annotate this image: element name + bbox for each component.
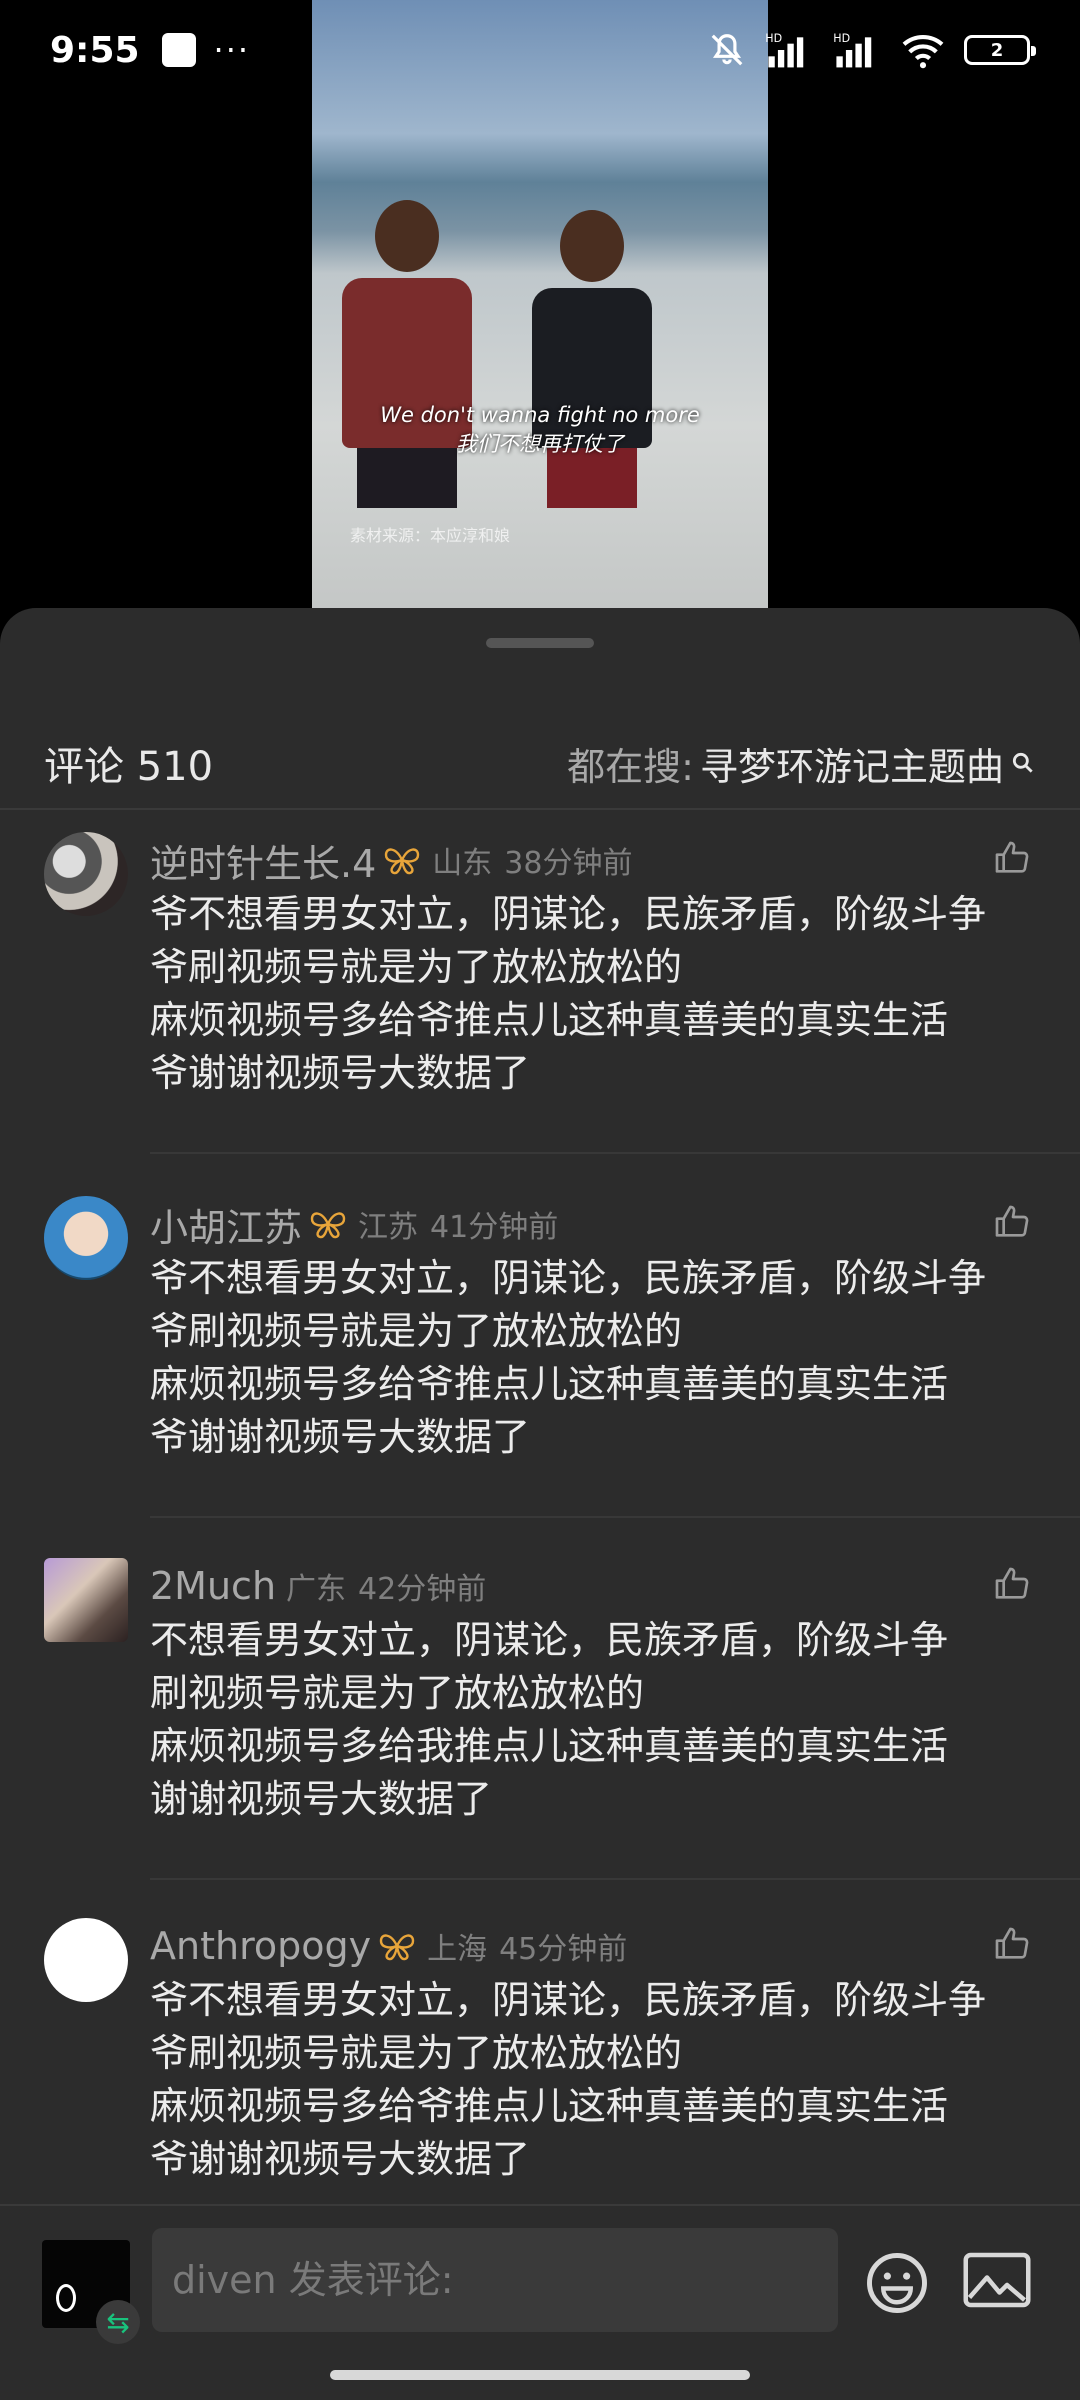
video-figure-left bbox=[342, 200, 472, 508]
video-watermark: 素材来源：本应淳和娘 bbox=[350, 526, 511, 545]
signal-icon-2: HD bbox=[833, 32, 872, 68]
comment-time: 38分钟前 bbox=[504, 846, 633, 881]
comment-item: Anthropogy 上海 45分钟前 爷不想看男女对立，阴谋论，民族矛盾，阶级… bbox=[0, 1900, 1080, 2200]
thumbs-up-icon[interactable] bbox=[992, 838, 1032, 878]
comment-input[interactable] bbox=[152, 2228, 838, 2332]
comment-text: 爷不想看男女对立，阴谋论，民族矛盾，阶级斗争 爷刷视频号就是为了放松放松的 麻烦… bbox=[150, 1256, 987, 1459]
comment-region: 江苏 bbox=[358, 1210, 419, 1245]
battery-icon: 2 bbox=[964, 35, 1036, 65]
comment-region: 山东 bbox=[432, 846, 493, 881]
thumbs-up-icon[interactable] bbox=[992, 1564, 1032, 1604]
svg-text:HD: HD bbox=[765, 32, 782, 45]
video-subtitle-english: We don't wanna fight no more bbox=[380, 403, 700, 427]
comment-time: 45分钟前 bbox=[499, 1932, 628, 1967]
comment-item: 逆时针生长.4 山东 38分钟前 爷不想看男女对立，阴谋论，民族矛盾，阶级斗争 … bbox=[0, 814, 1080, 1174]
header-divider bbox=[0, 808, 1080, 810]
comment-input-bar: ⇆ bbox=[0, 2204, 1080, 2354]
comment-text: 不想看男女对立，阴谋论，民族矛盾，阶级斗争 刷视频号就是为了放松放松的 麻烦视频… bbox=[150, 1618, 949, 1821]
comment-divider bbox=[150, 1516, 1080, 1518]
comment-username[interactable]: 逆时针生长.4 bbox=[150, 833, 376, 888]
search-term: 寻梦环游记主题曲 bbox=[699, 744, 1004, 789]
comment-meta: Anthropogy 上海 45分钟前 bbox=[150, 1920, 627, 1972]
comment-time: 42分钟前 bbox=[358, 1572, 487, 1607]
comment-text: 爷不想看男女对立，阴谋论，民族矛盾，阶级斗争 爷刷视频号就是为了放松放松的 麻烦… bbox=[150, 892, 987, 1095]
drag-handle[interactable] bbox=[486, 638, 594, 648]
notification-icon bbox=[161, 33, 196, 67]
comment-username[interactable]: 小胡江苏 bbox=[150, 1197, 302, 1252]
more-notifications-icon: ··· bbox=[213, 31, 251, 69]
comment-divider bbox=[150, 1878, 1080, 1880]
comment-username[interactable]: 2Much bbox=[150, 1564, 276, 1608]
comment-text: 爷不想看男女对立，阴谋论，民族矛盾，阶级斗争 爷刷视频号就是为了放松放松的 麻烦… bbox=[150, 1978, 987, 2181]
butterfly-badge-icon bbox=[379, 1934, 415, 1961]
trending-search-link[interactable]: 都在搜: 寻梦环游记主题曲 bbox=[567, 736, 1036, 791]
comment-item: 小胡江苏 江苏 41分钟前 爷不想看男女对立，阴谋论，民族矛盾，阶级斗争 爷刷视… bbox=[0, 1178, 1080, 1538]
image-icon[interactable] bbox=[962, 2250, 1032, 2310]
emoji-icon[interactable] bbox=[864, 2250, 930, 2316]
comment-time: 41分钟前 bbox=[430, 1210, 559, 1245]
status-time: 9:55 bbox=[50, 29, 140, 71]
butterfly-badge-icon bbox=[310, 1212, 346, 1239]
status-bar: 9:55 ··· HD HD 2 bbox=[0, 0, 1080, 100]
comment-meta: 小胡江苏 江苏 41分钟前 bbox=[150, 1198, 558, 1250]
avatar[interactable] bbox=[44, 1196, 128, 1280]
comment-meta: 逆时针生长.4 山东 38分钟前 bbox=[150, 834, 632, 886]
video-subtitle-chinese: 我们不想再打仗了 bbox=[456, 432, 624, 456]
comment-divider bbox=[150, 1152, 1080, 1154]
avatar[interactable] bbox=[44, 1918, 128, 2002]
butterfly-badge-icon bbox=[385, 848, 420, 875]
thumbs-up-icon[interactable] bbox=[992, 1202, 1032, 1242]
search-icon bbox=[1012, 752, 1033, 773]
comment-username[interactable]: Anthropogy bbox=[150, 1924, 371, 1968]
wifi-icon bbox=[902, 34, 944, 69]
comments-header: 评论 510 都在搜: 寻梦环游记主题曲 bbox=[0, 718, 1080, 808]
video-figure-right bbox=[532, 210, 652, 508]
comments-count-title: 评论 510 bbox=[44, 744, 214, 790]
avatar[interactable] bbox=[44, 832, 128, 916]
avatar[interactable] bbox=[44, 1558, 128, 1642]
battery-level: 2 bbox=[990, 39, 1004, 61]
comments-sheet: 评论 510 都在搜: 寻梦环游记主题曲 逆时针生长.4 山东 38分钟前 爷不… bbox=[0, 608, 1080, 2400]
comment-region: 上海 bbox=[427, 1932, 488, 1967]
bell-muted-icon bbox=[711, 34, 743, 66]
comment-meta: 2Much 广东 42分钟前 bbox=[150, 1560, 486, 1612]
comment-region: 广东 bbox=[286, 1572, 347, 1607]
search-prefix-label: 都在搜: bbox=[567, 744, 694, 789]
comment-item: 2Much 广东 42分钟前 不想看男女对立，阴谋论，民族矛盾，阶级斗争 刷视频… bbox=[0, 1540, 1080, 1900]
home-indicator[interactable] bbox=[330, 2370, 750, 2380]
thumbs-up-icon[interactable] bbox=[992, 1924, 1032, 1964]
svg-text:HD: HD bbox=[833, 32, 850, 45]
status-icons: HD HD 2 bbox=[708, 31, 1036, 69]
signal-icon: HD bbox=[765, 32, 804, 68]
switch-account-icon[interactable]: ⇆ bbox=[96, 2300, 140, 2344]
